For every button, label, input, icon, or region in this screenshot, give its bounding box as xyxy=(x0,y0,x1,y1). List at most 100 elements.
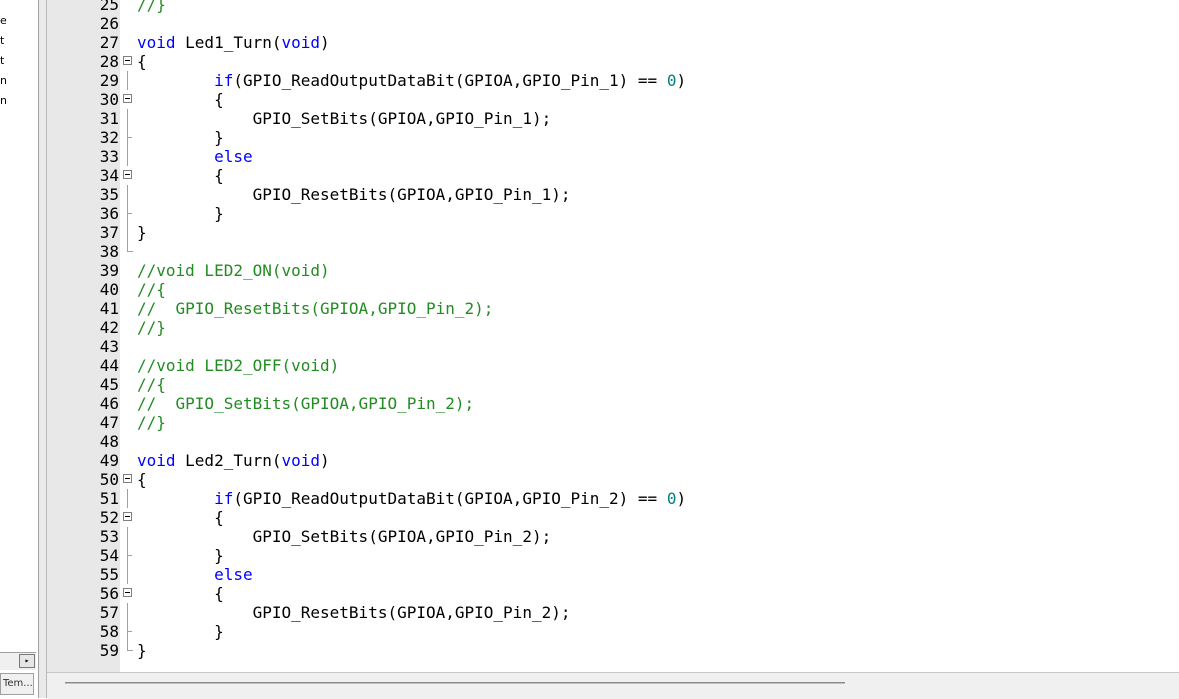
code-text[interactable]: { xyxy=(137,166,224,185)
code-line[interactable]: 46 // GPIO_SetBits(GPIOA,GPIO_Pin_2); xyxy=(47,394,1177,413)
fold-collapse-icon[interactable] xyxy=(123,94,132,103)
code-text[interactable]: } xyxy=(137,204,224,223)
code-line[interactable]: 49 void Led2_Turn(void) xyxy=(47,451,1177,470)
fold-collapse-icon[interactable] xyxy=(123,170,132,179)
code-text[interactable]: if(GPIO_ReadOutputDataBit(GPIOA,GPIO_Pin… xyxy=(137,71,686,90)
code-text[interactable]: else xyxy=(137,565,253,584)
code-line[interactable]: 36 } xyxy=(47,204,1177,223)
code-text[interactable]: //{ xyxy=(137,375,166,394)
code-line[interactable]: 45 //{ xyxy=(47,375,1177,394)
code-line[interactable]: 30 { xyxy=(47,90,1177,109)
code-text[interactable]: GPIO_ResetBits(GPIOA,GPIO_Pin_2); xyxy=(137,603,571,622)
code-text[interactable]: GPIO_SetBits(GPIOA,GPIO_Pin_1); xyxy=(137,109,552,128)
code-line[interactable]: 59} xyxy=(47,641,1177,660)
code-line[interactable]: 26 xyxy=(47,14,1177,33)
code-line[interactable]: 43 xyxy=(47,337,1177,356)
code-line[interactable]: 57 GPIO_ResetBits(GPIOA,GPIO_Pin_2); xyxy=(47,603,1177,622)
code-text[interactable]: { xyxy=(137,52,147,71)
code-text[interactable]: else xyxy=(137,147,253,166)
code-line[interactable]: 54 } xyxy=(47,546,1177,565)
code-text[interactable]: } xyxy=(137,223,147,242)
code-text[interactable]: // GPIO_ResetBits(GPIOA,GPIO_Pin_2); xyxy=(137,299,493,318)
code-text[interactable]: void Led1_Turn(void) xyxy=(137,33,330,52)
code-line[interactable]: 55 else xyxy=(47,565,1177,584)
code-text[interactable]: //void LED2_OFF(void) xyxy=(137,356,339,375)
scrollbar-thumb[interactable] xyxy=(65,683,845,684)
code-line[interactable]: 32 } xyxy=(47,128,1177,147)
code-line[interactable]: 31 GPIO_SetBits(GPIOA,GPIO_Pin_1); xyxy=(47,109,1177,128)
code-token: ) xyxy=(320,451,330,470)
code-token: if xyxy=(214,489,234,508)
code-line[interactable]: 56 { xyxy=(47,584,1177,603)
line-number: 59 xyxy=(99,641,119,660)
code-line[interactable]: 25 //} xyxy=(47,0,1177,14)
code-line[interactable]: 40 //{ xyxy=(47,280,1177,299)
code-line[interactable]: 41 // GPIO_ResetBits(GPIOA,GPIO_Pin_2); xyxy=(47,299,1177,318)
project-panel-scrollbar[interactable]: ▸ xyxy=(0,652,36,670)
fold-collapse-icon[interactable] xyxy=(123,474,132,483)
code-text[interactable]: } xyxy=(137,128,224,147)
code-text[interactable]: } xyxy=(137,622,224,641)
code-line[interactable]: 33 else xyxy=(47,147,1177,166)
code-token: { xyxy=(137,470,147,489)
code-text[interactable]: //void LED2_ON(void) xyxy=(137,261,330,280)
code-line[interactable]: 42 //} xyxy=(47,318,1177,337)
code-line[interactable]: 34 { xyxy=(47,166,1177,185)
code-line[interactable]: 35 GPIO_ResetBits(GPIOA,GPIO_Pin_1); xyxy=(47,185,1177,204)
code-text[interactable]: //{ xyxy=(137,280,166,299)
code-line[interactable]: 52 { xyxy=(47,508,1177,527)
panel-splitter[interactable] xyxy=(39,0,47,698)
code-line[interactable]: 44 //void LED2_OFF(void) xyxy=(47,356,1177,375)
code-line[interactable]: 27 void Led1_Turn(void) xyxy=(47,33,1177,52)
code-text[interactable]: { xyxy=(137,508,224,527)
fold-guide xyxy=(127,71,128,90)
code-line[interactable]: 38 xyxy=(47,242,1177,261)
code-token: void xyxy=(137,451,176,470)
scroll-right-icon[interactable]: ▸ xyxy=(19,654,35,668)
line-number: 26 xyxy=(99,14,119,33)
code-text[interactable]: { xyxy=(137,90,224,109)
code-text[interactable]: } xyxy=(137,641,147,660)
code-text[interactable]: } xyxy=(137,546,224,565)
project-tree-item[interactable]: n xyxy=(0,75,7,87)
fold-collapse-icon[interactable] xyxy=(123,588,132,597)
code-line[interactable]: 50 { xyxy=(47,470,1177,489)
code-text[interactable]: //} xyxy=(137,0,166,14)
code-token: } xyxy=(137,622,224,641)
code-line[interactable]: 51 if(GPIO_ReadOutputDataBit(GPIOA,GPIO_… xyxy=(47,489,1177,508)
code-line[interactable]: 53 GPIO_SetBits(GPIOA,GPIO_Pin_2); xyxy=(47,527,1177,546)
line-number: 33 xyxy=(99,147,119,166)
code-text[interactable]: void Led2_Turn(void) xyxy=(137,451,330,470)
project-tree-item[interactable]: t xyxy=(0,35,4,47)
code-text[interactable]: { xyxy=(137,584,224,603)
code-text[interactable]: // GPIO_SetBits(GPIOA,GPIO_Pin_2); xyxy=(137,394,474,413)
code-text[interactable]: GPIO_ResetBits(GPIOA,GPIO_Pin_1); xyxy=(137,185,571,204)
project-panel: ettnn ▸ Tem... xyxy=(0,0,39,698)
code-line[interactable]: 37} xyxy=(47,223,1177,242)
code-line[interactable]: 29 if(GPIO_ReadOutputDataBit(GPIOA,GPIO_… xyxy=(47,71,1177,90)
fold-collapse-icon[interactable] xyxy=(123,56,132,65)
code-text[interactable]: { xyxy=(137,470,147,489)
code-line[interactable]: 58 } xyxy=(47,622,1177,641)
code-text[interactable]: GPIO_SetBits(GPIOA,GPIO_Pin_2); xyxy=(137,527,552,546)
project-tree-item[interactable]: n xyxy=(0,95,7,107)
code-text[interactable]: if(GPIO_ReadOutputDataBit(GPIOA,GPIO_Pin… xyxy=(137,489,686,508)
code-editor[interactable]: 25//} 26 27 void Led1_Turn(void) 28{29 if(GP… xyxy=(47,0,1179,672)
fold-block-end-marker xyxy=(127,631,132,632)
code-text[interactable]: //} xyxy=(137,413,166,432)
code-token: 0 xyxy=(666,489,677,508)
code-token: //void LED2_OFF(void) xyxy=(137,356,340,375)
code-line[interactable]: 48 xyxy=(47,432,1177,451)
code-line[interactable]: 39 //void LED2_ON(void) xyxy=(47,261,1177,280)
code-line[interactable]: 28 { xyxy=(47,52,1177,71)
templates-tab[interactable]: Tem... xyxy=(0,673,34,695)
fold-collapse-icon[interactable] xyxy=(123,512,132,521)
project-tree-item[interactable]: t xyxy=(0,55,4,67)
code-line[interactable]: 47 //} xyxy=(47,413,1177,432)
code-text[interactable]: //} xyxy=(137,318,166,337)
code-token: //{ xyxy=(137,375,166,394)
project-tree-item[interactable]: e xyxy=(0,15,7,27)
editor-horizontal-scrollbar[interactable] xyxy=(47,672,1179,699)
